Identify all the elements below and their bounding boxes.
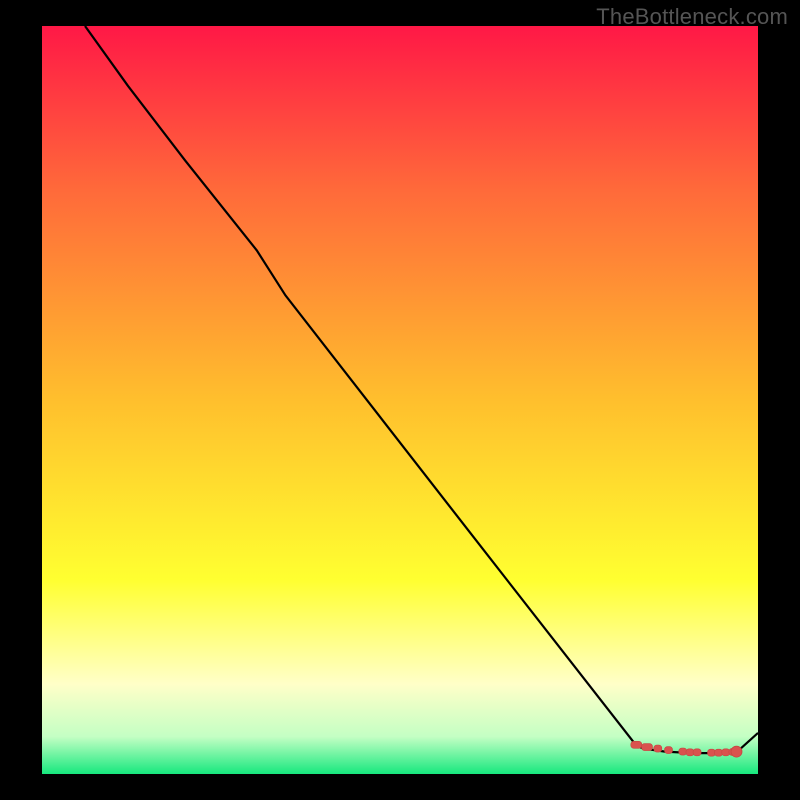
dash-marker [679, 748, 687, 755]
dash-marker [665, 747, 673, 754]
dash-marker [715, 749, 723, 756]
dash-marker [693, 749, 701, 756]
plot-area [42, 26, 758, 774]
watermark-text: TheBottleneck.com [596, 4, 788, 30]
chart-frame: TheBottleneck.com [0, 0, 800, 800]
end-marker [731, 746, 742, 757]
gradient-background [42, 26, 758, 774]
dash-marker [631, 741, 642, 748]
dash-marker [642, 744, 653, 751]
dash-marker [722, 749, 730, 756]
chart-svg [42, 26, 758, 774]
dash-marker [654, 745, 662, 752]
